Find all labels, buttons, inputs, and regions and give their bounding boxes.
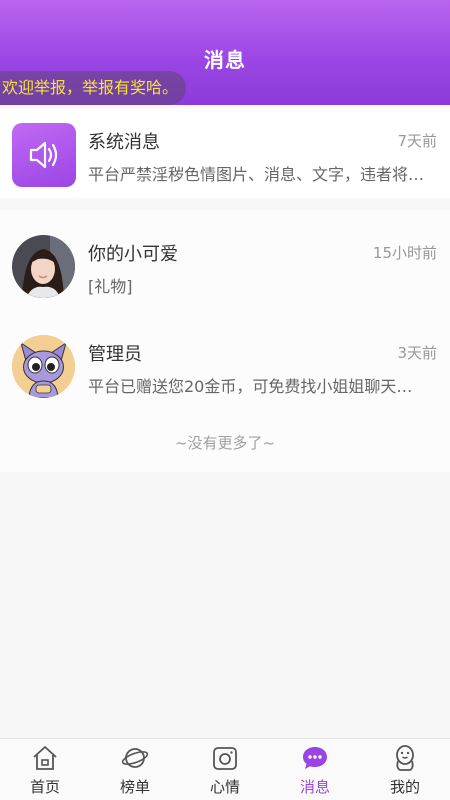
tab-messages[interactable]: 消息 xyxy=(270,739,360,800)
penguin-icon xyxy=(396,745,414,771)
tab-ranking[interactable]: 榜单 xyxy=(90,739,180,800)
conversation-preview: 平台已赠送您20金币，可免费找小姐姐聊天… xyxy=(88,377,413,396)
chat-bubble-icon xyxy=(303,747,327,769)
tab-label: 我的 xyxy=(389,778,420,796)
no-more-label: ~没有更多了~ xyxy=(174,434,276,452)
system-message-title: 系统消息 xyxy=(88,132,160,153)
avatar xyxy=(12,235,75,298)
speaker-icon xyxy=(12,123,76,187)
avatar xyxy=(12,335,75,398)
conversation-name: 你的小可爱 xyxy=(88,244,178,265)
conversation-time: 15小时前 xyxy=(372,244,437,262)
tab-profile[interactable]: 我的 xyxy=(360,739,450,800)
tab-label: 榜单 xyxy=(119,778,150,796)
tab-home[interactable]: 首页 xyxy=(0,739,90,800)
conversation-item[interactable]: 管理员 3天前 平台已赠送您20金币，可免费找小姐姐聊天… xyxy=(0,310,450,400)
bottom-tab-bar: 首页 榜单 心情 消息 我的 xyxy=(0,738,450,800)
conversation-item[interactable]: 你的小可爱 15小时前 [礼物] xyxy=(0,210,450,300)
tab-mood[interactable]: 心情 xyxy=(180,739,270,800)
page-title: 消息 xyxy=(204,48,246,72)
tab-label: 心情 xyxy=(209,778,240,796)
home-icon xyxy=(33,746,57,770)
camera-icon xyxy=(213,747,237,770)
conversation-preview: [礼物] xyxy=(88,277,133,296)
system-message-time: 7天前 xyxy=(397,132,437,150)
planet-icon xyxy=(121,748,149,768)
conversation-time: 3天前 xyxy=(397,344,437,362)
system-message-preview: 平台严禁淫秽色情图片、消息、文字，违者将… xyxy=(88,165,425,184)
tab-label: 消息 xyxy=(299,778,330,796)
conversation-name: 管理员 xyxy=(88,344,142,365)
system-message-card[interactable]: 系统消息 7天前 平台严禁淫秽色情图片、消息、文字，违者将… xyxy=(0,108,450,198)
tab-label: 首页 xyxy=(29,778,60,796)
announcement-marquee[interactable]: 欢迎举报，举报有奖哈。 xyxy=(0,71,186,105)
